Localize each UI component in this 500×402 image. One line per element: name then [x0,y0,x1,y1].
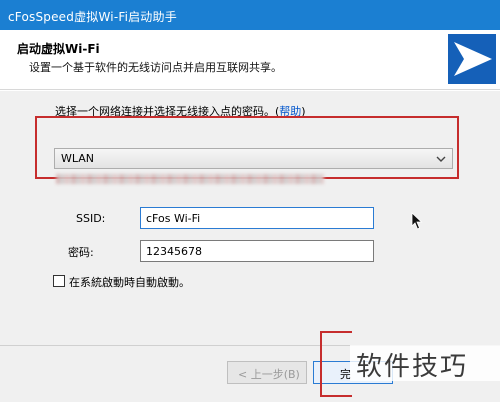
watermark: 软件技巧 [350,345,500,382]
wizard-header: 启动虚拟Wi-Fi 设置一个基于软件的无线访问点并启用互联网共享。 [0,30,500,90]
ssid-label: SSID: [76,212,106,225]
back-button-label: < 上一步(B) [238,368,300,381]
blurred-info-text [56,174,324,184]
watermark-text: 软件技巧 [356,352,469,382]
password-input[interactable]: 12345678 [140,240,374,262]
back-button[interactable]: < 上一步(B) [227,361,307,384]
autostart-checkbox[interactable] [53,275,65,287]
network-select-value: WLAN [61,152,95,165]
autostart-label: 在系統啟動時自動啟動。 [69,276,190,289]
ssid-value: cFos Wi-Fi [146,212,201,225]
ssid-input[interactable]: cFos Wi-Fi [140,207,374,229]
network-connection-select[interactable]: WLAN [54,148,453,169]
password-value: 12345678 [146,245,202,258]
window-titlebar: cFosSpeed虚拟Wi-Fi启动助手 [0,0,500,30]
window-title: cFosSpeed虚拟Wi-Fi启动助手 [8,10,177,24]
password-label: 密码: [68,246,94,259]
page-title: 启动虚拟Wi-Fi [17,42,100,56]
page-subtitle: 设置一个基于软件的无线访问点并启用互联网共享。 [29,61,282,74]
chevron-down-icon [436,156,446,162]
button-highlight-frame [320,331,352,397]
cfos-arrow-logo-icon [448,34,496,84]
mouse-cursor-icon [411,212,423,230]
